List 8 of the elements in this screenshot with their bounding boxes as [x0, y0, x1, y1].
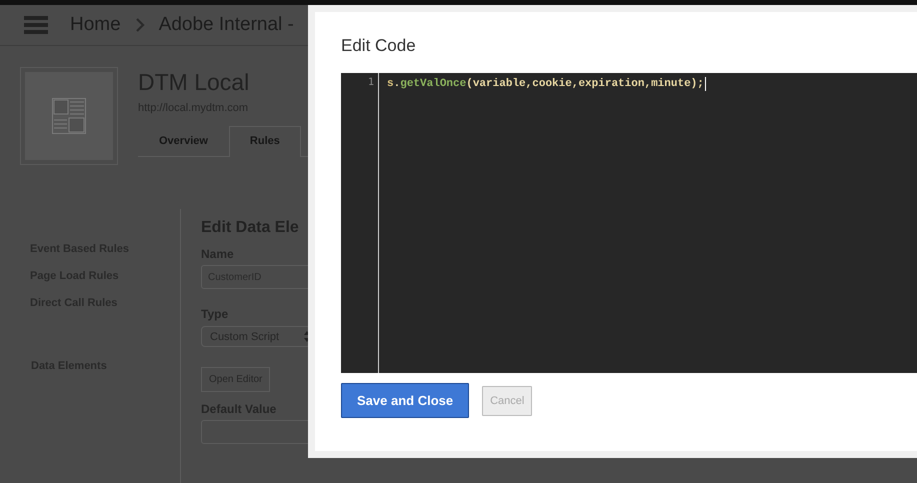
save-button[interactable]: Save and Close — [341, 383, 470, 418]
dialog-title: Edit Code — [341, 36, 417, 56]
layout-icon — [52, 98, 86, 134]
line-number: 1 — [366, 77, 375, 88]
chevron-icon — [134, 18, 145, 32]
up-down-arrows-icon — [304, 331, 310, 342]
code-line: s.getValOnce(variable,cookie,expiration,minute); — [387, 77, 706, 91]
code-editor[interactable]: 1 s.getValOnce(variable,cookie,expiration,minute); — [341, 73, 917, 373]
